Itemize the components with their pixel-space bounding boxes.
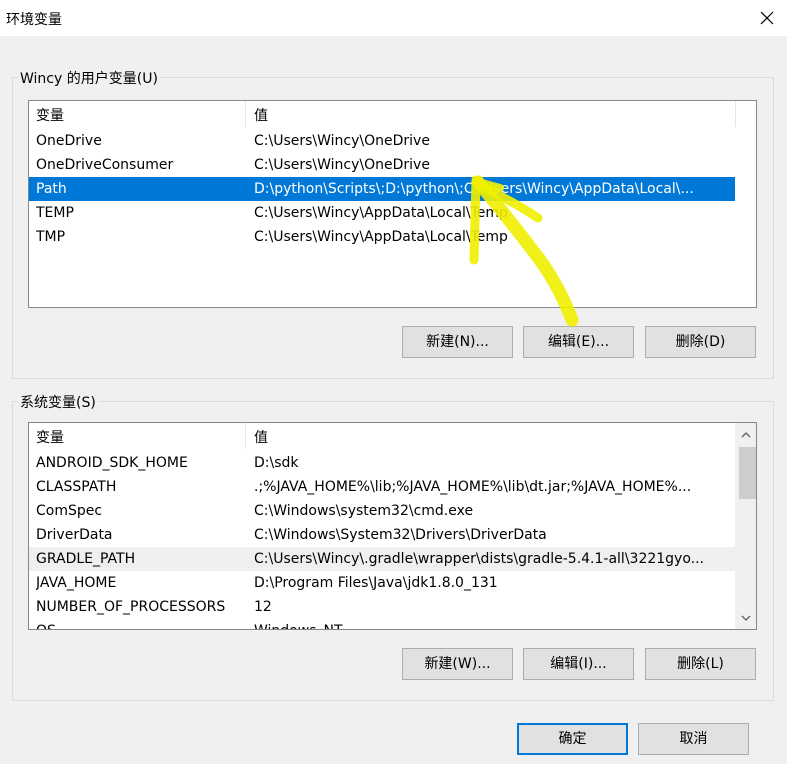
column-header-name[interactable]: 变量 [29,423,246,449]
user-variable-row[interactable]: Path D:\python\Scripts\;D:\python\;C:\Use… [29,177,735,201]
variable-value: D:\sdk [254,455,299,471]
system-variable-row[interactable]: GRADLE_PATH C:\Users\Wincy\.gradle\wrappe… [29,547,735,571]
variable-name: OneDriveConsumer [36,157,174,173]
variable-value: C:\Users\Wincy\AppData\Local\Temp [254,205,508,221]
user-variables-group-label: Wincy 的用户变量(U) [18,68,160,88]
window-title: 环境变量 [6,12,62,28]
chevron-down-icon [741,615,750,621]
variable-name: CLASSPATH [36,479,117,495]
system-variable-row[interactable]: OS Windows_NT [29,619,735,629]
variable-name: Path [36,181,67,197]
user-variables-list[interactable]: 变量 值 OneDrive C:\Users\Wincy\OneDrive OneD… [28,100,757,308]
variable-name: OneDrive [36,133,102,149]
vertical-scrollbar[interactable] [735,423,756,629]
system-variables-group-label: 系统变量(S) [18,392,98,412]
variable-name: TMP [36,229,66,245]
scroll-thumb[interactable] [739,447,756,499]
variable-name: NUMBER_OF_PROCESSORS [36,599,226,615]
system-variable-row[interactable]: CLASSPATH .;%JAVA_HOME%\lib;%JAVA_HOME%\l… [29,475,735,499]
variable-value: C:\Users\Wincy\OneDrive [254,157,430,173]
variable-name: ANDROID_SDK_HOME [36,455,188,471]
scroll-up-button[interactable] [737,426,754,443]
system-variable-row[interactable]: DriverData C:\Windows\System32\Drivers\Dr… [29,523,735,547]
cancel-button[interactable]: 取消 [638,723,749,755]
column-header-name[interactable]: 变量 [29,101,246,127]
column-header-value[interactable]: 值 [246,101,736,127]
user-variables-header: 变量 值 [29,101,756,127]
system-new-button[interactable]: 新建(W)... [402,648,513,680]
user-variable-row[interactable]: OneDrive C:\Users\Wincy\OneDrive [29,129,735,153]
variable-name: JAVA_HOME [36,575,117,591]
variable-value: .;%JAVA_HOME%\lib;%JAVA_HOME%\lib\dt.jar… [254,479,692,495]
variable-value: 12 [254,599,272,615]
system-edit-button[interactable]: 编辑(I)... [523,648,634,680]
system-variables-list[interactable]: 变量 值 ANDROID_SDK_HOME D:\sdk CLASSPATH .;%J… [28,422,757,630]
system-variable-row[interactable]: ANDROID_SDK_HOME D:\sdk [29,451,735,475]
system-variables-header: 变量 值 [29,423,756,449]
variable-name: ComSpec [36,503,103,519]
variable-value: C:\Users\Wincy\AppData\Local\Temp [254,229,508,245]
variable-value: C:\Users\Wincy\.gradle\wrapper\dists\gra… [254,551,705,567]
variable-value: D:\Program Files\Java\jdk1.8.0_131 [254,575,498,591]
system-variable-row[interactable]: ComSpec C:\Windows\system32\cmd.exe [29,499,735,523]
title-bar: 环境变量 [0,0,787,36]
user-variable-row[interactable]: OneDriveConsumer C:\Users\Wincy\OneDrive [29,153,735,177]
user-new-button[interactable]: 新建(N)... [402,326,513,358]
variable-value: Windows_NT [254,619,732,629]
chevron-up-icon [741,431,750,437]
variable-name: OS [36,619,241,629]
variable-value: C:\Windows\system32\cmd.exe [254,503,474,519]
user-edit-button[interactable]: 编辑(E)... [523,326,634,358]
variable-value: D:\python\Scripts\;D:\python\;C:\Users\W… [254,181,694,197]
variable-value: C:\Windows\System32\Drivers\DriverData [254,527,547,543]
scroll-down-button[interactable] [737,609,754,626]
variable-name: DriverData [36,527,113,543]
variable-name: GRADLE_PATH [36,551,136,567]
user-variable-row[interactable]: TEMP C:\Users\Wincy\AppData\Local\Temp [29,201,735,225]
ok-button[interactable]: 确定 [517,723,628,755]
variable-name: TEMP [36,205,74,221]
system-delete-button[interactable]: 删除(L) [645,648,756,680]
system-variable-row[interactable]: JAVA_HOME D:\Program Files\Java\jdk1.8.0_… [29,571,735,595]
system-variable-row[interactable]: NUMBER_OF_PROCESSORS 12 [29,595,735,619]
close-icon [760,11,774,25]
user-delete-button[interactable]: 删除(D) [645,326,756,358]
user-variable-row[interactable]: TMP C:\Users\Wincy\AppData\Local\Temp [29,225,735,249]
column-header-value[interactable]: 值 [246,423,736,449]
variable-value: C:\Users\Wincy\OneDrive [254,133,430,149]
close-button[interactable] [752,4,782,32]
